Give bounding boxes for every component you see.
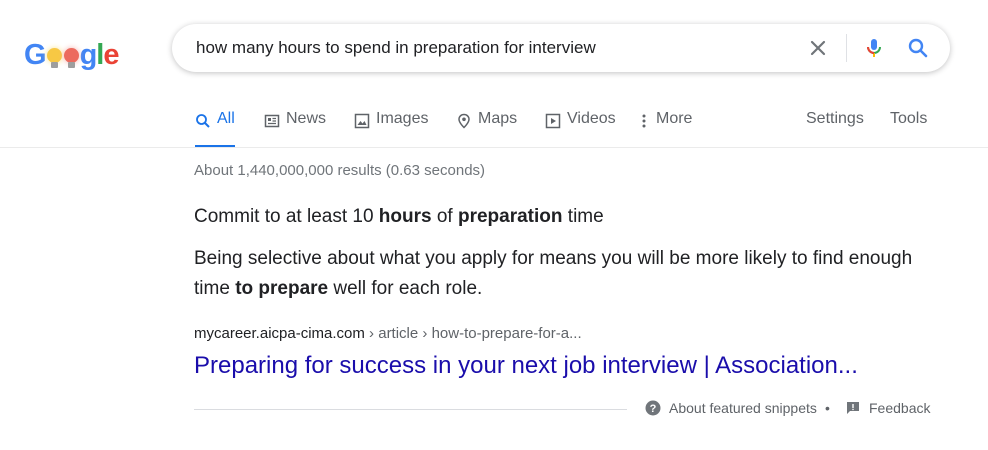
mic-icon[interactable] [862, 36, 886, 60]
tab-news[interactable]: News [264, 110, 326, 148]
tab-maps[interactable]: Maps [456, 110, 517, 148]
search-icon[interactable] [906, 36, 930, 60]
logo-letter: e [103, 39, 119, 71]
more-vert-icon [642, 114, 646, 128]
tab-label: Maps [478, 110, 518, 127]
snippet-text: Being selective about what you apply for… [194, 244, 914, 304]
snippet-heading-text: Commit to at least 10 [194, 206, 379, 227]
logo-letter: g [79, 39, 98, 71]
tab-videos[interactable]: Videos [545, 110, 616, 148]
feedback-icon [847, 402, 859, 414]
tab-tools[interactable]: Tools [890, 110, 927, 148]
tab-all[interactable]: All [195, 110, 235, 148]
close-icon[interactable] [806, 36, 830, 60]
tab-label: All [217, 110, 235, 127]
divider [846, 34, 847, 62]
logo-letter: G [24, 39, 47, 71]
tab-label: News [286, 110, 327, 127]
feedback-link[interactable]: Feedback [845, 400, 930, 416]
search-tabs: All News Images Maps Videos More Setting… [0, 110, 988, 148]
tab-label: Images [376, 110, 429, 127]
tab-label: Settings [806, 110, 864, 127]
tab-settings[interactable]: Settings [806, 110, 864, 148]
result-citation[interactable]: mycareer.aicpa-cima.com › article › how-… [194, 325, 582, 342]
citation-path: › article › how-to-prepare-for-a... [364, 325, 582, 342]
footer-divider [194, 409, 627, 410]
result-title-link[interactable]: Preparing for success in your next job i… [194, 352, 858, 380]
snippet-body-bold: to prepare [235, 278, 329, 299]
tabs-divider [0, 147, 988, 148]
tab-label: Tools [890, 110, 928, 127]
tab-label: More [656, 110, 693, 127]
result-stats: About 1,440,000,000 results (0.63 second… [194, 162, 486, 179]
snippet-heading-text: time [562, 206, 604, 227]
separator-dot: • [825, 400, 830, 416]
search-icon [196, 114, 210, 128]
lightbulb-icon [63, 44, 79, 70]
snippet-body-text: well for each role. [328, 278, 483, 299]
lightbulb-icon [46, 44, 62, 70]
about-snippets-link[interactable]: ? About featured snippets [645, 400, 817, 416]
citation-domain: mycareer.aicpa-cima.com [194, 325, 365, 342]
snippet-heading-bold: hours [378, 206, 432, 227]
feedback-label: Feedback [869, 400, 931, 416]
map-pin-icon [458, 113, 470, 129]
svg-text:?: ? [650, 403, 657, 415]
google-logo[interactable]: G g l e [24, 30, 119, 71]
tab-more[interactable]: More [638, 110, 692, 148]
logo-letter: l [96, 39, 104, 71]
tab-images[interactable]: Images [354, 110, 428, 148]
tab-label: Videos [567, 110, 616, 127]
image-icon [354, 113, 370, 129]
snippet-heading: Commit to at least 10 hours of preparati… [194, 206, 604, 228]
snippet-heading-bold: preparation [457, 206, 563, 227]
help-icon: ? [645, 400, 661, 416]
search-input[interactable]: how many hours to spend in preparation f… [196, 38, 596, 58]
news-icon [264, 114, 280, 128]
video-icon [545, 113, 561, 129]
about-snippets-label: About featured snippets [669, 400, 817, 416]
snippet-heading-text: of [431, 206, 458, 227]
search-box[interactable]: how many hours to spend in preparation f… [172, 24, 950, 72]
